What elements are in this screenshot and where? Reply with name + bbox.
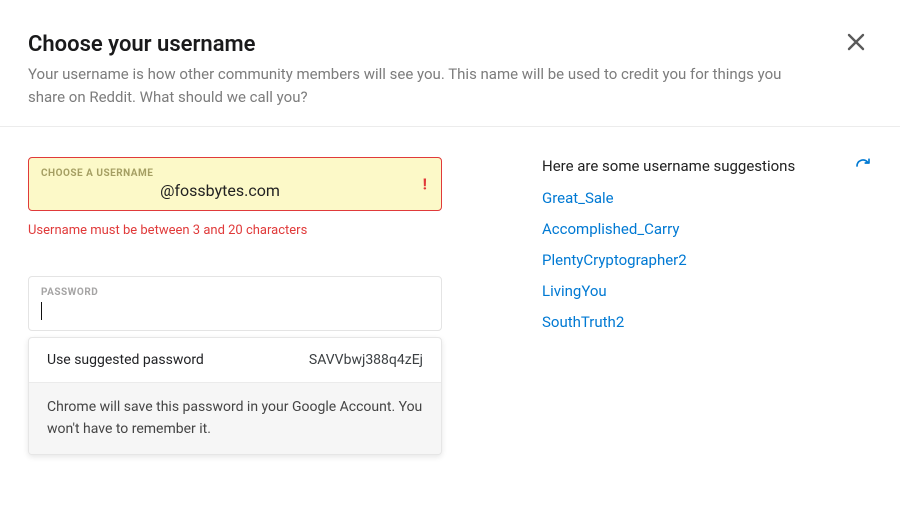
suggested-password-value: SAVVbwj388q4zEj [309,352,423,368]
password-save-note: Chrome will save this password in your G… [29,382,441,454]
suggestion-item[interactable]: PlentyCryptographer2 [542,251,872,269]
password-field[interactable]: PASSWORD [28,276,442,331]
suggestion-item[interactable]: Great_Sale [542,189,872,207]
suggestions-list: Great_Sale Accomplished_Carry PlentyCryp… [542,189,872,331]
header: Choose your username Your username is ho… [0,0,900,126]
password-suggestion-dropdown: Use suggested password SAVVbwj388q4zEj C… [28,337,442,455]
close-icon[interactable] [846,32,866,52]
suggestion-item[interactable]: Accomplished_Carry [542,220,872,238]
username-label: CHOOSE A USERNAME [41,168,399,179]
suggestion-item[interactable]: LivingYou [542,282,872,300]
suggestions-title: Here are some username suggestions [542,157,795,175]
use-suggested-password-row[interactable]: Use suggested password SAVVbwj388q4zEj [29,338,441,382]
password-input[interactable] [41,298,399,320]
refresh-icon[interactable] [854,157,872,175]
username-field[interactable]: CHOOSE A USERNAME @fossbytes.com ! [28,157,442,211]
username-input[interactable]: @fossbytes.com [41,179,399,200]
error-icon: ! [423,175,427,194]
password-label: PASSWORD [41,287,399,298]
page-title: Choose your username [28,32,872,57]
suggestion-item[interactable]: SouthTruth2 [542,313,872,331]
page-subtitle: Your username is how other community mem… [28,63,808,108]
username-error-message: Username must be between 3 and 20 charac… [28,223,442,238]
use-suggested-label: Use suggested password [47,352,204,368]
